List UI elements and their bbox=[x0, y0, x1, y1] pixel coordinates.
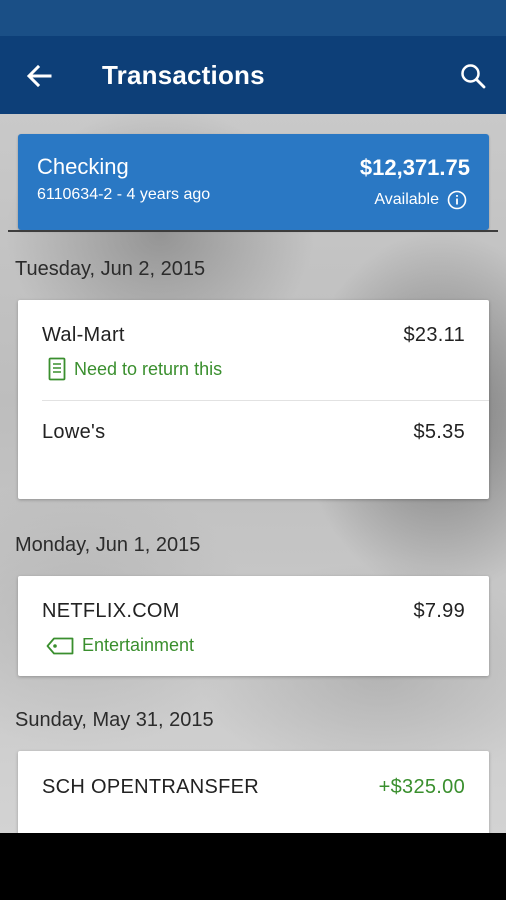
transaction-amount: $7.99 bbox=[413, 600, 465, 622]
transaction-row[interactable]: SCH OPENTRANSFER +$325.00 bbox=[18, 751, 489, 833]
available-label-row: Available bbox=[374, 190, 467, 210]
search-button[interactable] bbox=[456, 60, 490, 92]
note-text: Entertainment bbox=[82, 635, 195, 655]
transaction-row[interactable]: Lowe's $5.35 bbox=[18, 401, 489, 499]
account-balance: $12,371.75 bbox=[359, 155, 470, 180]
transaction-row[interactable]: NETFLIX.COM $7.99 Entertainment bbox=[18, 576, 489, 676]
account-card[interactable]: Checking 6110634-2 - 4 years ago $12,371… bbox=[18, 134, 489, 230]
transactions-content[interactable]: Checking 6110634-2 - 4 years ago $12,371… bbox=[0, 114, 506, 833]
transaction-merchant: Wal-Mart bbox=[42, 324, 125, 346]
arrow-left-icon bbox=[26, 64, 52, 88]
transaction-card: NETFLIX.COM $7.99 Entertainment bbox=[18, 576, 489, 676]
header-divider bbox=[8, 230, 498, 232]
transaction-card: Wal-Mart $23.11 Need to return this Lowe… bbox=[18, 300, 489, 499]
transaction-row[interactable]: Wal-Mart $23.11 Need to return this bbox=[18, 300, 489, 400]
page-title: Transactions bbox=[102, 60, 265, 90]
date-header: Tuesday, Jun 2, 2015 bbox=[15, 258, 206, 280]
transaction-amount: $23.11 bbox=[403, 324, 465, 346]
transaction-merchant: Lowe's bbox=[42, 421, 106, 443]
note-text: Need to return this bbox=[74, 358, 223, 379]
transaction-note: Entertainment bbox=[46, 635, 194, 656]
transaction-amount: +$325.00 bbox=[378, 776, 465, 798]
search-icon bbox=[461, 64, 486, 89]
account-name: Checking bbox=[37, 154, 129, 179]
transaction-amount: $5.35 bbox=[413, 421, 465, 443]
account-subtitle: 6110634-2 - 4 years ago bbox=[37, 186, 211, 203]
transaction-card: SCH OPENTRANSFER +$325.00 bbox=[18, 751, 489, 833]
transaction-merchant: NETFLIX.COM bbox=[42, 600, 180, 622]
receipt-icon bbox=[48, 357, 66, 381]
status-bar bbox=[0, 0, 506, 36]
tag-icon bbox=[46, 637, 74, 654]
transaction-note: Need to return this bbox=[48, 357, 222, 381]
date-header: Monday, Jun 1, 2015 bbox=[15, 534, 201, 556]
info-icon[interactable] bbox=[447, 190, 467, 210]
back-button[interactable] bbox=[22, 60, 56, 92]
app-bar: Transactions bbox=[0, 36, 506, 114]
available-label: Available bbox=[374, 191, 439, 208]
transaction-merchant: SCH OPENTRANSFER bbox=[42, 776, 260, 798]
date-header: Sunday, May 31, 2015 bbox=[15, 709, 214, 731]
system-navigation-bar bbox=[0, 833, 506, 900]
